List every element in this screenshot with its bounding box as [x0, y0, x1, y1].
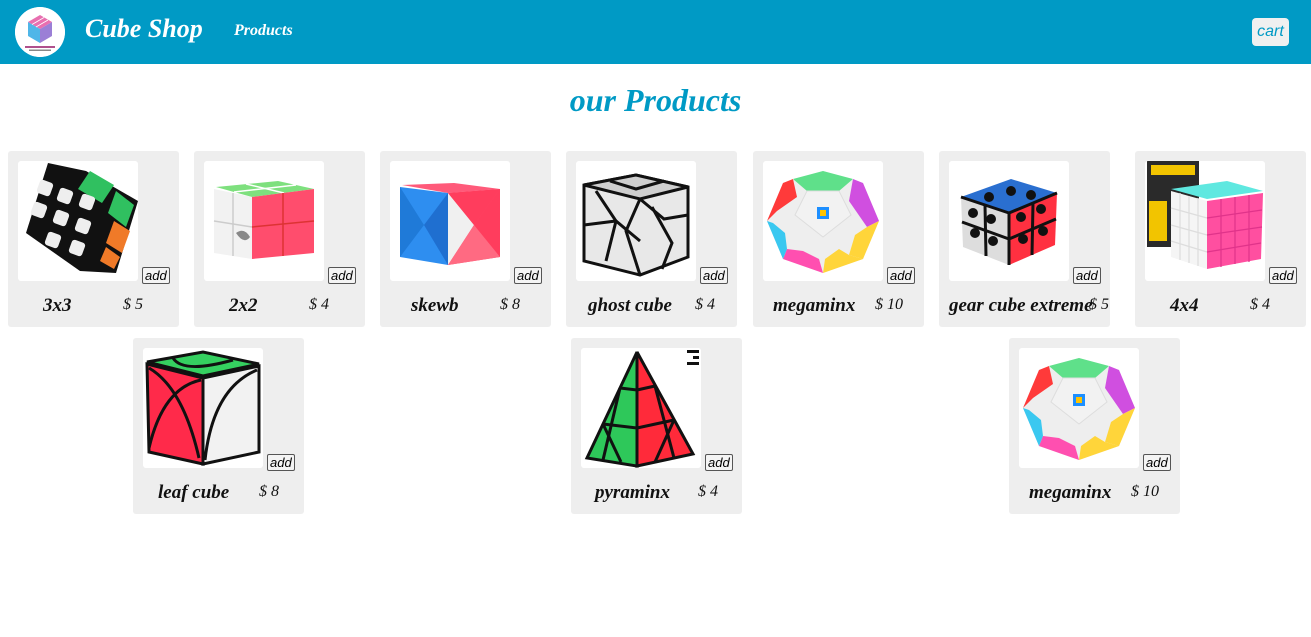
product-name: 2x2: [229, 295, 258, 316]
product-price: $ 4: [1250, 296, 1270, 313]
product-price: $ 4: [698, 483, 718, 500]
product-card: add leaf cube $ 8: [133, 338, 304, 514]
navbar: Cube Shop Products cart: [0, 0, 1311, 64]
product-image-4x4: [1145, 161, 1265, 281]
product-card: add 2x2 $ 4: [194, 151, 365, 327]
add-to-cart-button[interactable]: add: [700, 267, 728, 284]
product-image-skewb: [390, 161, 510, 281]
product-image-pyraminx: [581, 348, 701, 468]
product-card: add megaminx $ 10: [1009, 338, 1180, 514]
product-image-leaf-cube: [143, 348, 263, 468]
product-price: $ 5: [123, 296, 143, 313]
product-price: $ 10: [1131, 483, 1159, 500]
add-to-cart-button[interactable]: add: [1143, 454, 1171, 471]
product-name: leaf cube: [158, 482, 230, 503]
add-to-cart-button[interactable]: add: [328, 267, 356, 284]
product-price: $ 8: [259, 483, 279, 500]
product-name: skewb: [411, 295, 459, 316]
product-name: 4x4: [1170, 295, 1199, 316]
product-price: $ 5: [1089, 296, 1109, 313]
product-name: gear cube extreme: [949, 295, 1093, 316]
product-card: add ghost cube $ 4: [566, 151, 737, 327]
add-to-cart-button[interactable]: add: [1269, 267, 1297, 284]
product-card: add pyraminx $ 4: [571, 338, 742, 514]
product-image-megaminx: [763, 161, 883, 281]
product-image-megaminx: [1019, 348, 1139, 468]
add-to-cart-button[interactable]: add: [267, 454, 295, 471]
brand-title[interactable]: Cube Shop: [85, 14, 203, 44]
product-card: add gear cube extreme $ 5: [939, 151, 1110, 327]
product-image-3x3: [18, 161, 138, 281]
product-price: $ 4: [309, 296, 329, 313]
page-title: our Products: [569, 82, 742, 118]
add-to-cart-button[interactable]: add: [142, 267, 170, 284]
add-to-cart-button[interactable]: add: [887, 267, 915, 284]
product-price: $ 10: [875, 296, 903, 313]
add-to-cart-button[interactable]: add: [514, 267, 542, 284]
product-image-ghost-cube: [576, 161, 696, 281]
product-name: 3x3: [43, 295, 72, 316]
product-card: add skewb $ 8: [380, 151, 551, 327]
product-name: pyraminx: [595, 482, 670, 503]
product-price: $ 4: [695, 296, 715, 313]
add-to-cart-button[interactable]: add: [705, 454, 733, 471]
product-name: megaminx: [773, 295, 856, 316]
product-name: ghost cube: [588, 295, 672, 316]
nav-products-link[interactable]: Products: [234, 22, 293, 40]
cart-button[interactable]: cart: [1252, 18, 1289, 46]
product-card: add 4x4 $ 4: [1135, 151, 1306, 327]
shop-logo[interactable]: [15, 7, 65, 57]
product-image-2x2: [204, 161, 324, 281]
product-card: add megaminx $ 10: [753, 151, 924, 327]
product-name: megaminx: [1029, 482, 1112, 503]
add-to-cart-button[interactable]: add: [1073, 267, 1101, 284]
product-card: add 3x3 $ 5: [8, 151, 179, 327]
product-price: $ 8: [500, 296, 520, 313]
product-image-gear-cube: [949, 161, 1069, 281]
